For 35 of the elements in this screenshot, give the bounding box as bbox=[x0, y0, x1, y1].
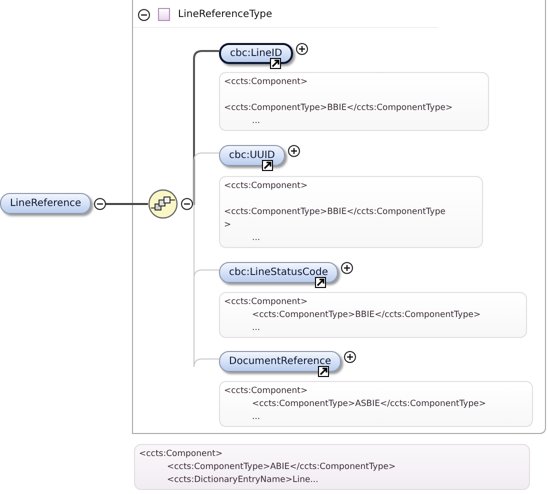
annotation-line: ... bbox=[251, 322, 262, 335]
annotation-line: <ccts:Component> bbox=[139, 448, 224, 461]
annotation-line: ... bbox=[251, 115, 262, 128]
annotation-line: <ccts:Component> bbox=[224, 180, 309, 193]
annotation-line: <ccts:Component> bbox=[224, 385, 309, 398]
annotation-line: <ccts:DictionaryEntryName>Line... bbox=[166, 474, 320, 487]
annotation-line: ... bbox=[251, 232, 262, 245]
element-node[interactable]: cbc:LineID bbox=[219, 43, 294, 64]
expand-toggle[interactable] bbox=[288, 144, 300, 156]
collapse-toggle[interactable] bbox=[181, 198, 193, 210]
shortcut-arrow-icon bbox=[315, 277, 326, 288]
annotation-line: <ccts:ComponentType>BBIE</ccts:ComponentType bbox=[224, 206, 446, 219]
annotation-line: <ccts:ComponentType>ASBIE</ccts:ComponentType> bbox=[251, 398, 487, 411]
annotation-line: <ccts:ComponentType>BBIE</ccts:ComponentType> bbox=[224, 102, 454, 115]
annotation-line: <ccts:Component> bbox=[224, 76, 309, 89]
shortcut-arrow-icon bbox=[270, 58, 282, 69]
connector-line bbox=[105, 203, 148, 205]
shortcut-arrow-icon bbox=[262, 160, 274, 171]
expand-toggle[interactable] bbox=[344, 350, 356, 362]
annotation-line: <ccts:Component> bbox=[224, 296, 309, 309]
root-element[interactable]: LineReference bbox=[0, 193, 92, 214]
annotation-line: <ccts:ComponentType>BBIE</ccts:ComponentType> bbox=[251, 309, 482, 322]
collapse-toggle[interactable] bbox=[138, 8, 150, 20]
element-node[interactable]: cbc:UUID bbox=[219, 145, 286, 166]
annotation-line: ... bbox=[251, 411, 262, 424]
shortcut-arrow-icon bbox=[318, 366, 330, 377]
annotation-line: > bbox=[224, 219, 232, 232]
expand-toggle[interactable] bbox=[296, 42, 308, 54]
collapse-toggle[interactable] bbox=[94, 198, 106, 210]
element-node[interactable]: cbc:LineStatusCode bbox=[219, 262, 338, 283]
element-node[interactable]: DocumentReference bbox=[219, 351, 342, 372]
expand-toggle[interactable] bbox=[341, 262, 354, 274]
complex-type-icon bbox=[158, 8, 170, 21]
annotation-line: <ccts:ComponentType>ABIE</ccts:ComponentType> bbox=[166, 461, 397, 474]
type-name: LineReferenceType bbox=[178, 9, 272, 20]
